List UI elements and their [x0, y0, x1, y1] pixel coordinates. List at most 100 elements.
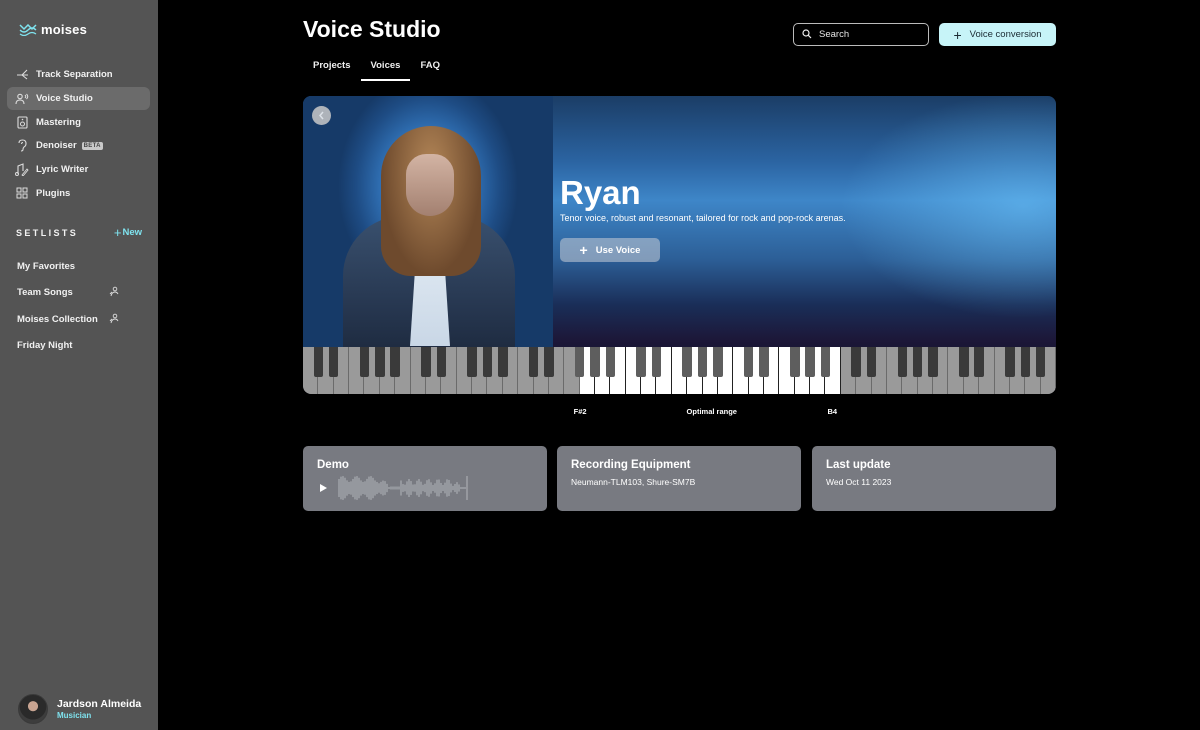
black-key	[359, 347, 370, 377]
use-voice-button[interactable]: + Use Voice	[560, 238, 660, 262]
voice-conversion-button[interactable]: + Voice conversion	[939, 23, 1056, 46]
black-key	[759, 347, 769, 377]
black-key	[928, 347, 938, 377]
search-box[interactable]	[793, 23, 929, 46]
use-voice-label: Use Voice	[595, 244, 641, 256]
setlist-label: Moises Collection	[17, 314, 98, 325]
plus-icon: +	[113, 224, 122, 240]
black-key	[436, 347, 447, 377]
black-key	[1005, 347, 1015, 377]
setlists-header: SETLISTS + New	[16, 224, 142, 240]
equipment-title: Recording Equipment	[571, 459, 691, 471]
moises-logo[interactable]: moises	[19, 22, 87, 37]
page-title: Voice Studio	[303, 16, 441, 42]
black-key	[390, 347, 400, 377]
back-button[interactable]	[312, 106, 331, 125]
shared-users-icon	[109, 286, 120, 300]
nav-label: Plugins	[36, 187, 71, 199]
new-setlist-button[interactable]: + New	[113, 224, 142, 240]
black-key	[697, 347, 708, 377]
black-key	[651, 347, 662, 377]
search-icon	[802, 26, 812, 44]
recording-equipment-card: Recording Equipment Neumann-TLM103, Shur…	[557, 446, 801, 511]
setlist-item-team-songs[interactable]: Team Songs	[17, 286, 147, 300]
black-key	[959, 347, 969, 377]
setlist-item-moises-collection[interactable]: Moises Collection	[17, 313, 147, 327]
portrait-face	[406, 154, 454, 216]
black-key	[498, 347, 508, 377]
user-profile[interactable]: Jardson Almeida Musician	[18, 694, 141, 724]
nav-label: Lyric Writer	[36, 164, 89, 176]
nav-label: Track Separation	[36, 69, 113, 81]
black-key	[328, 347, 339, 377]
range-labels: F#2 Optimal range B4	[303, 407, 1056, 419]
equipment-value: Neumann-TLM103, Shure-SM7B	[571, 477, 696, 487]
voice-name: Ryan	[560, 174, 641, 211]
nav-item-denoiser[interactable]: Denoiser BETA	[7, 134, 150, 158]
setlist-item-my-favorites[interactable]: My Favorites	[17, 261, 147, 272]
voice-portrait-image	[303, 96, 553, 351]
nav-item-mastering[interactable]: Mastering	[7, 110, 150, 134]
setlists-title: SETLISTS	[16, 227, 79, 238]
black-key	[912, 347, 923, 377]
tab-faq[interactable]: FAQ	[410, 56, 450, 81]
nav-item-voice-studio[interactable]: Voice Studio	[7, 86, 150, 111]
setlist-item-friday-night[interactable]: Friday Night	[17, 340, 147, 351]
black-key	[636, 347, 646, 377]
demo-waveform[interactable]	[337, 475, 469, 501]
grid-icon	[15, 186, 29, 200]
new-label: New	[122, 227, 142, 238]
black-key	[789, 347, 800, 377]
black-key	[805, 347, 815, 377]
sidebar: moises Track Separation Voice Studio Mas…	[0, 0, 158, 730]
play-button[interactable]	[317, 482, 329, 494]
last-update-value: Wed Oct 11 2023	[826, 477, 892, 487]
black-key	[482, 347, 493, 377]
nav-label: Denoiser	[36, 140, 77, 152]
black-key	[682, 347, 692, 377]
black-key	[974, 347, 984, 377]
music-pen-icon	[15, 163, 29, 177]
nav-item-plugins[interactable]: Plugins	[7, 181, 150, 205]
avatar	[18, 694, 48, 724]
black-key	[375, 347, 385, 377]
tab-projects[interactable]: Projects	[303, 56, 361, 81]
search-input[interactable]	[819, 29, 919, 40]
black-key	[820, 347, 831, 377]
black-key	[1035, 347, 1046, 377]
black-key	[544, 347, 554, 377]
nav-label: Mastering	[36, 116, 81, 128]
voice-conversion-label: Voice conversion	[969, 29, 1042, 40]
black-key	[313, 347, 324, 377]
last-update-title: Last update	[826, 459, 891, 471]
demo-card: Demo	[303, 446, 547, 511]
setlist-label: Team Songs	[17, 287, 73, 298]
setlist-label: Friday Night	[17, 340, 73, 351]
range-low-label: F#2	[573, 407, 587, 416]
setlist-label: My Favorites	[17, 261, 76, 272]
demo-title: Demo	[317, 459, 349, 471]
last-update-card: Last update Wed Oct 11 2023	[812, 446, 1056, 511]
beta-badge: BETA	[81, 141, 103, 150]
black-key	[421, 347, 431, 377]
logo-text: moises	[41, 22, 88, 37]
range-label: Optimal range	[686, 407, 737, 416]
main-nav: Track Separation Voice Studio Mastering …	[7, 63, 150, 205]
black-key	[1020, 347, 1031, 377]
voice-hero-card: Ryan Tenor voice, robust and resonant, t…	[303, 96, 1056, 394]
nav-item-lyric-writer[interactable]: Lyric Writer	[7, 158, 150, 182]
tab-voices[interactable]: Voices	[360, 56, 411, 81]
piano-range-keyboard	[303, 347, 1056, 394]
speaker-icon	[15, 115, 29, 129]
shared-users-icon	[109, 313, 120, 327]
black-key	[528, 347, 539, 377]
nav-item-track-separation[interactable]: Track Separation	[7, 63, 150, 87]
black-key	[605, 347, 616, 377]
plus-icon: +	[953, 26, 962, 43]
logo-waves-icon	[19, 23, 37, 36]
black-key	[574, 347, 585, 377]
black-key	[713, 347, 723, 377]
range-high-label: B4	[827, 407, 838, 416]
nav-label: Voice Studio	[36, 93, 93, 105]
plus-icon: +	[579, 242, 588, 258]
